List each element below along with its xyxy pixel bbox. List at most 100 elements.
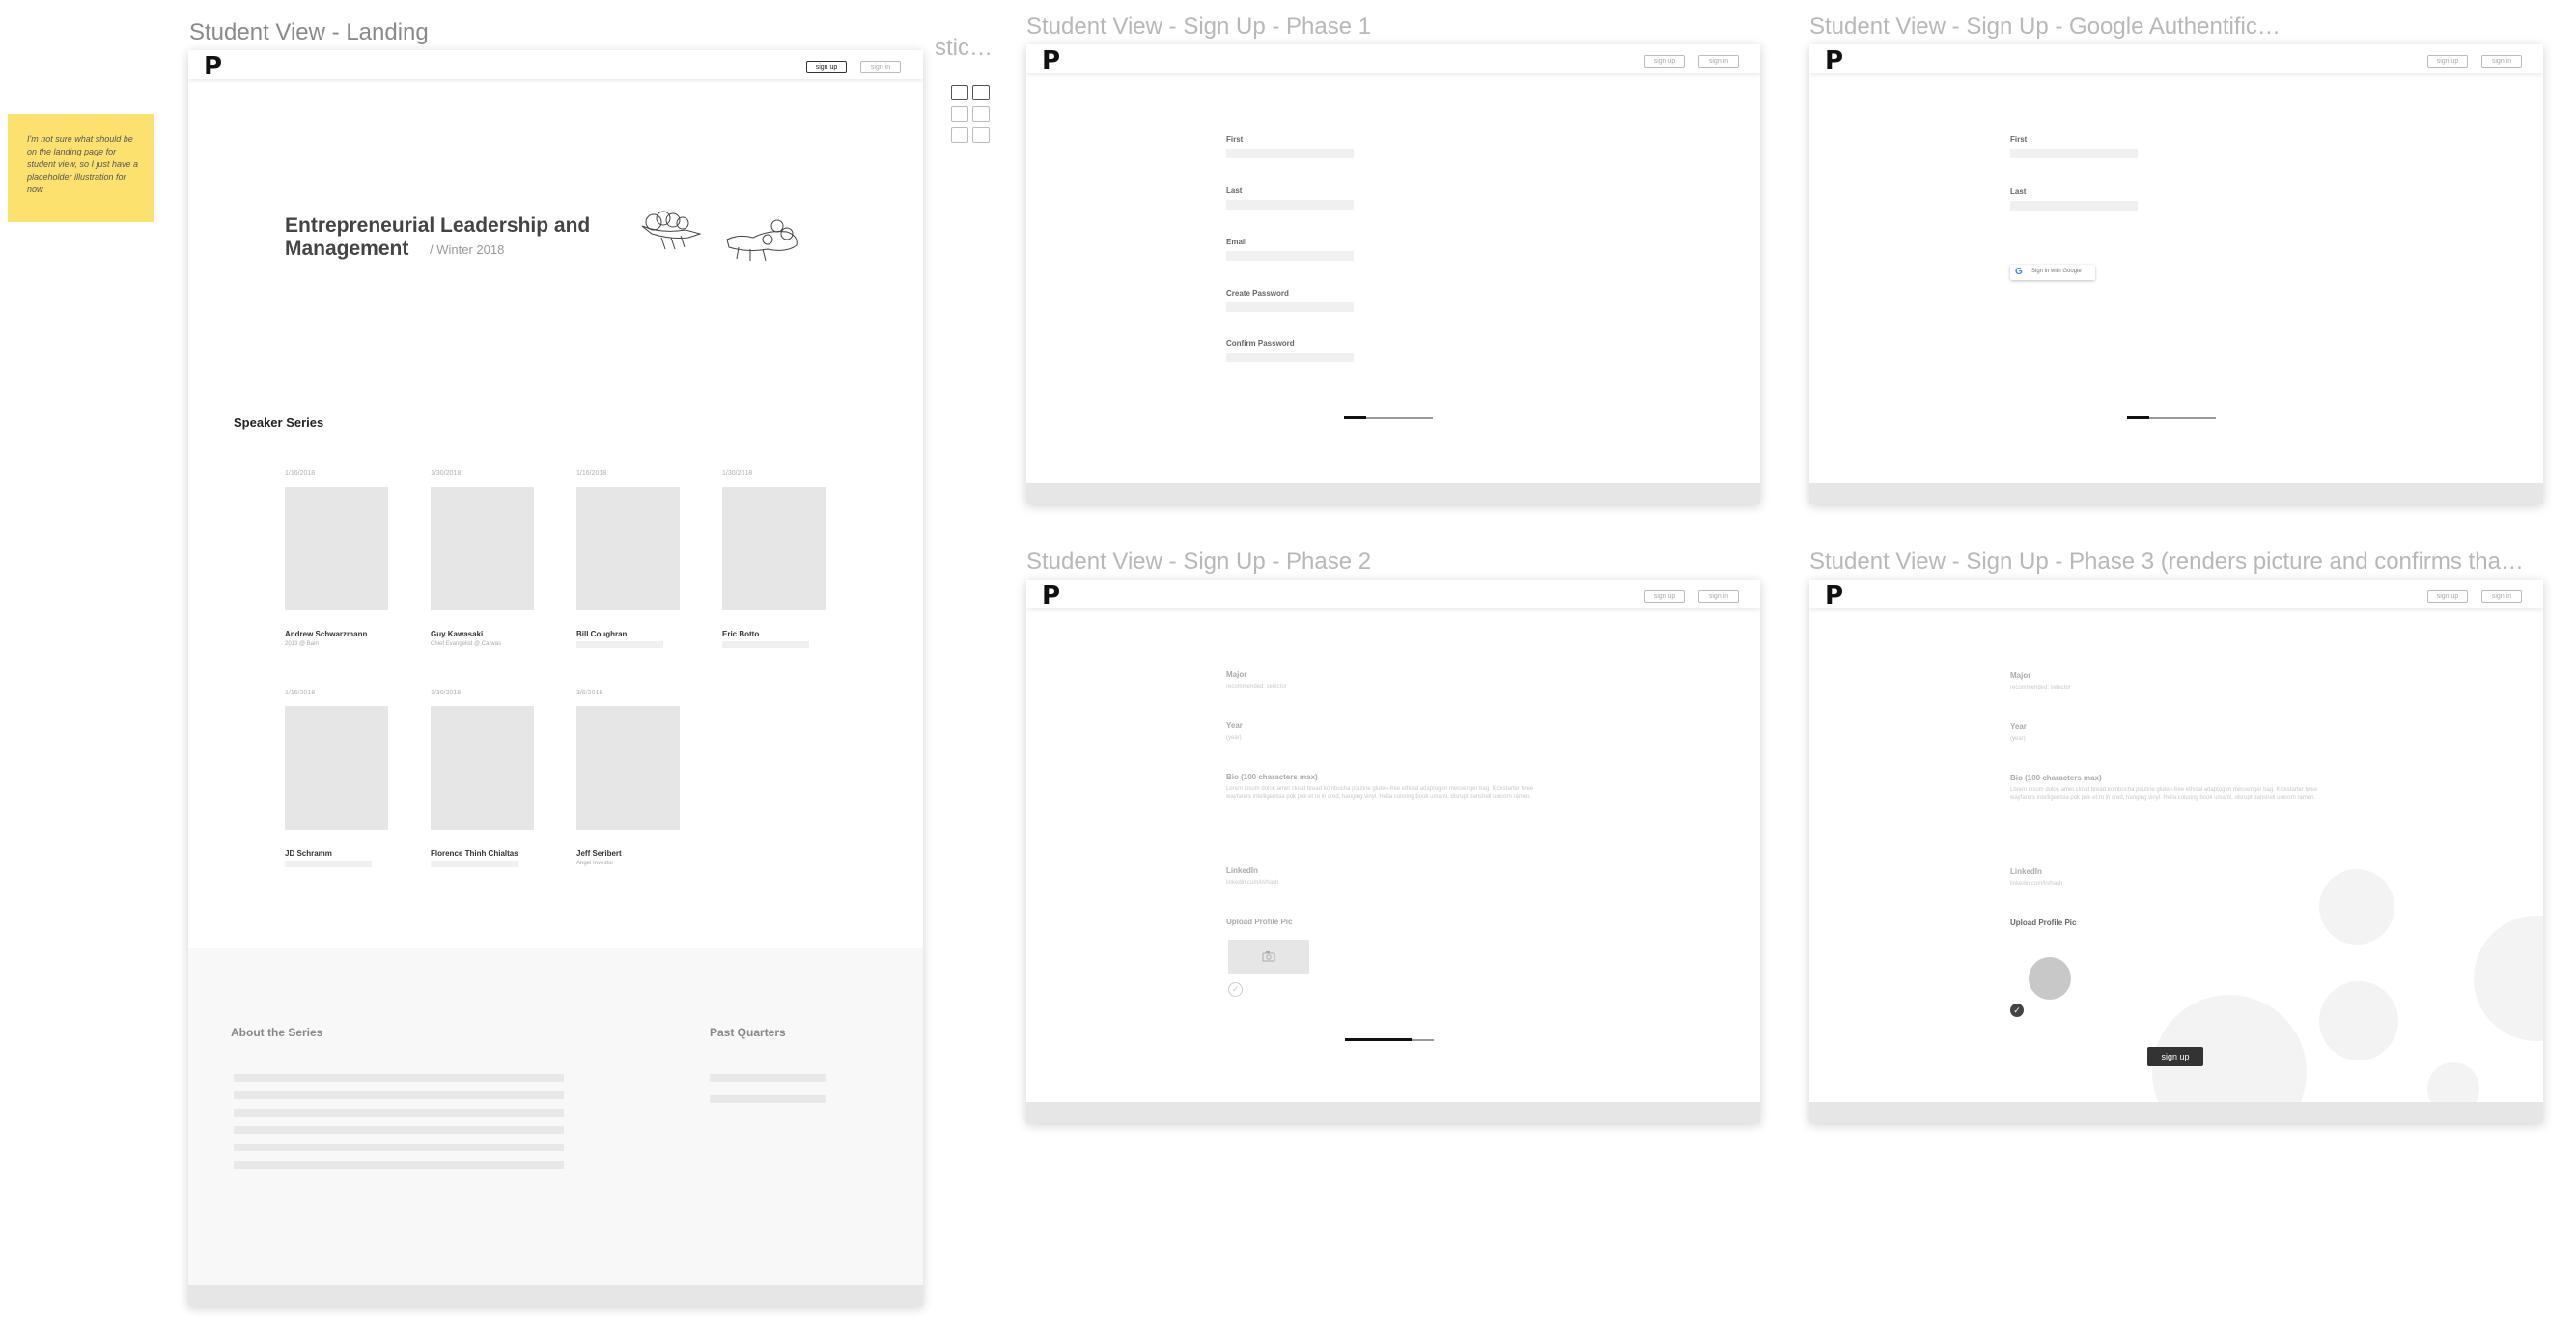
signin-button[interactable]: sign in: [2481, 55, 2522, 68]
hero-term: / Winter 2018: [430, 242, 505, 257]
google-signin-label: Sign in with Google: [2031, 269, 2082, 274]
artboard-landing: P sign up sign in Entrepreneurial Leader…: [188, 50, 923, 1306]
page-bottom-bar: [188, 1285, 923, 1306]
first-name-label: First: [1226, 135, 1244, 144]
speaker-date: 1/30/2018: [431, 470, 462, 477]
speakers-heading: Speaker Series: [234, 415, 324, 430]
speaker-photo[interactable]: [431, 706, 534, 830]
frame-title-landing: Student View - Landing: [189, 19, 429, 45]
logo[interactable]: P: [1825, 581, 1843, 610]
linkedin-label: LinkedIn: [1226, 866, 1258, 875]
upload-button[interactable]: [1228, 940, 1309, 974]
past-quarters-heading: Past Quarters: [710, 1026, 786, 1039]
logo[interactable]: P: [204, 52, 222, 81]
speaker-date: 1/16/2018: [285, 690, 316, 696]
major-input[interactable]: recommended: selector: [1226, 684, 1287, 690]
stickies-icon-grid[interactable]: [951, 85, 994, 147]
signup-button[interactable]: sign up: [806, 61, 847, 73]
first-name-input[interactable]: [2010, 149, 2138, 158]
sticky-icon[interactable]: [951, 127, 968, 143]
speaker-date: 1/30/2018: [431, 690, 462, 696]
artboard-phase2: P sign up sign in Major recommended: sel…: [1026, 580, 1760, 1123]
bio-label: Bio (100 characters max): [1226, 773, 1318, 781]
signup-button[interactable]: sign up: [2427, 55, 2468, 68]
footer: About the Series Past Quarters: [188, 948, 923, 1285]
speaker-date: 1/16/2018: [285, 470, 316, 477]
google-signin-button[interactable]: G Sign in with Google: [2010, 265, 2095, 280]
logo[interactable]: P: [1042, 581, 1060, 610]
signin-button[interactable]: sign in: [2481, 590, 2522, 603]
speaker-name[interactable]: Andrew Schwarzmann: [285, 630, 367, 638]
sticky-icon[interactable]: [972, 106, 990, 122]
speaker-photo[interactable]: [285, 487, 388, 610]
bio-input[interactable]: Lorem ipsum dolor, amet cloud bread komb…: [1226, 785, 1559, 801]
year-label: Year: [2010, 722, 2027, 731]
confirm-password-input[interactable]: [1226, 353, 1354, 362]
sticky-note[interactable]: I'm not sure what should be on the landi…: [8, 114, 154, 222]
sticky-icon[interactable]: [972, 127, 990, 143]
speaker-role-placeholder: [431, 861, 518, 867]
decorative-bubble: [2474, 916, 2543, 1041]
major-input[interactable]: recommended: selector: [2010, 685, 2071, 691]
sticky-icon[interactable]: [951, 106, 968, 122]
speaker-photo[interactable]: [722, 487, 826, 610]
signin-button[interactable]: sign in: [1698, 55, 1739, 68]
hero-title-line2: Management: [285, 238, 409, 260]
page-bottom-bar: [1026, 1102, 1760, 1123]
navbar: P sign up sign in: [188, 50, 923, 81]
google-icon: G: [2015, 267, 2023, 277]
decorative-bubble: [2319, 981, 2398, 1060]
year-input[interactable]: (year): [1226, 735, 1242, 741]
year-input[interactable]: (year): [2010, 736, 2026, 742]
upload-pic-label: Upload Profile Pic: [2010, 919, 2077, 927]
signin-button[interactable]: sign in: [1698, 590, 1739, 603]
speaker-name[interactable]: Eric Botto: [722, 630, 759, 638]
signup-button[interactable]: sign up: [2427, 590, 2468, 603]
artboard-phase3: P sign up sign in Major recommended: sel…: [1809, 580, 2543, 1123]
last-name-input[interactable]: [1226, 200, 1354, 210]
email-input[interactable]: [1226, 251, 1354, 261]
sticky-icon[interactable]: [972, 85, 990, 100]
speaker-role: Chief Evangelist @ Canvas: [431, 641, 502, 647]
sticky-icon[interactable]: [951, 85, 968, 100]
first-name-input[interactable]: [1226, 149, 1354, 158]
text-placeholder: [234, 1126, 564, 1134]
decorative-bubble: [2319, 869, 2394, 945]
progress-bar: [2127, 416, 2216, 419]
linkedin-input[interactable]: linkedin.com/in/hash: [2010, 881, 2062, 887]
progress-bar: [1344, 416, 1433, 419]
past-quarter-link[interactable]: [710, 1095, 826, 1103]
bio-input[interactable]: Lorem ipsum dolor, amet cloud bread komb…: [2010, 786, 2343, 802]
speaker-name[interactable]: Bill Coughran: [576, 630, 627, 638]
upload-pic-label: Upload Profile Pic: [1226, 918, 1293, 926]
signup-submit-button[interactable]: sign up: [2147, 1047, 2203, 1066]
speaker-photo[interactable]: [431, 487, 534, 610]
navbar: P sign up sign in: [1026, 580, 1760, 610]
create-password-input[interactable]: [1226, 302, 1354, 312]
speaker-photo[interactable]: [576, 706, 680, 830]
text-placeholder: [234, 1161, 564, 1169]
speaker-name[interactable]: Jeff Seribert: [576, 849, 622, 858]
speaker-role: Angel Investor: [576, 861, 614, 866]
check-circle-icon: ✓: [2010, 1004, 2024, 1017]
past-quarter-link[interactable]: [710, 1074, 826, 1082]
camera-icon: [1262, 951, 1275, 962]
stickies-panel-title: sticki...: [935, 35, 1002, 61]
frame-title-phase2: Student View - Sign Up - Phase 2: [1026, 549, 1372, 575]
signup-button[interactable]: sign up: [1644, 590, 1685, 603]
speaker-name[interactable]: Florence Thinh Chialtas: [431, 849, 518, 858]
logo[interactable]: P: [1042, 46, 1060, 75]
signin-button[interactable]: sign in: [860, 61, 901, 73]
text-placeholder: [234, 1109, 564, 1117]
signup-button[interactable]: sign up: [1644, 55, 1685, 68]
last-name-input[interactable]: [2010, 201, 2138, 211]
logo[interactable]: P: [1825, 46, 1843, 75]
speaker-photo[interactable]: [576, 487, 680, 610]
speaker-photo[interactable]: [285, 706, 388, 830]
linkedin-input[interactable]: linkedin.com/in/hash: [1226, 880, 1278, 886]
speaker-role-placeholder: [576, 641, 663, 648]
profile-picture-avatar[interactable]: [2029, 957, 2071, 1000]
speaker-name[interactable]: JD Schramm: [285, 849, 332, 858]
progress-fill: [1344, 416, 1366, 419]
speaker-name[interactable]: Guy Kawasaki: [431, 630, 483, 638]
